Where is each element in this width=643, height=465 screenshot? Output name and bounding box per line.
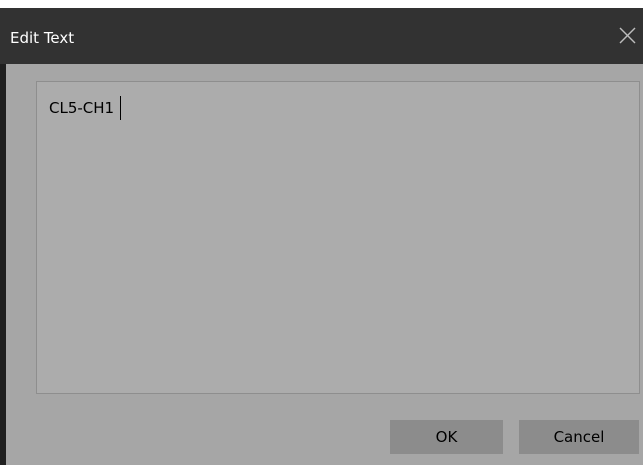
- dialog-title: Edit Text: [10, 29, 75, 47]
- ok-button[interactable]: OK: [390, 420, 503, 454]
- cancel-button[interactable]: Cancel: [519, 420, 639, 454]
- close-icon: [619, 27, 636, 44]
- title-bar: Edit Text: [0, 8, 643, 64]
- text-caret: [120, 96, 121, 120]
- dialog-body: CL5-CH1 OK Cancel: [6, 64, 643, 465]
- edit-text-dialog: Edit Text CL5-CH1 OK Cancel: [0, 8, 643, 465]
- text-input-area[interactable]: CL5-CH1: [36, 81, 640, 394]
- text-input-value: CL5-CH1: [49, 99, 115, 117]
- close-button[interactable]: [613, 22, 643, 50]
